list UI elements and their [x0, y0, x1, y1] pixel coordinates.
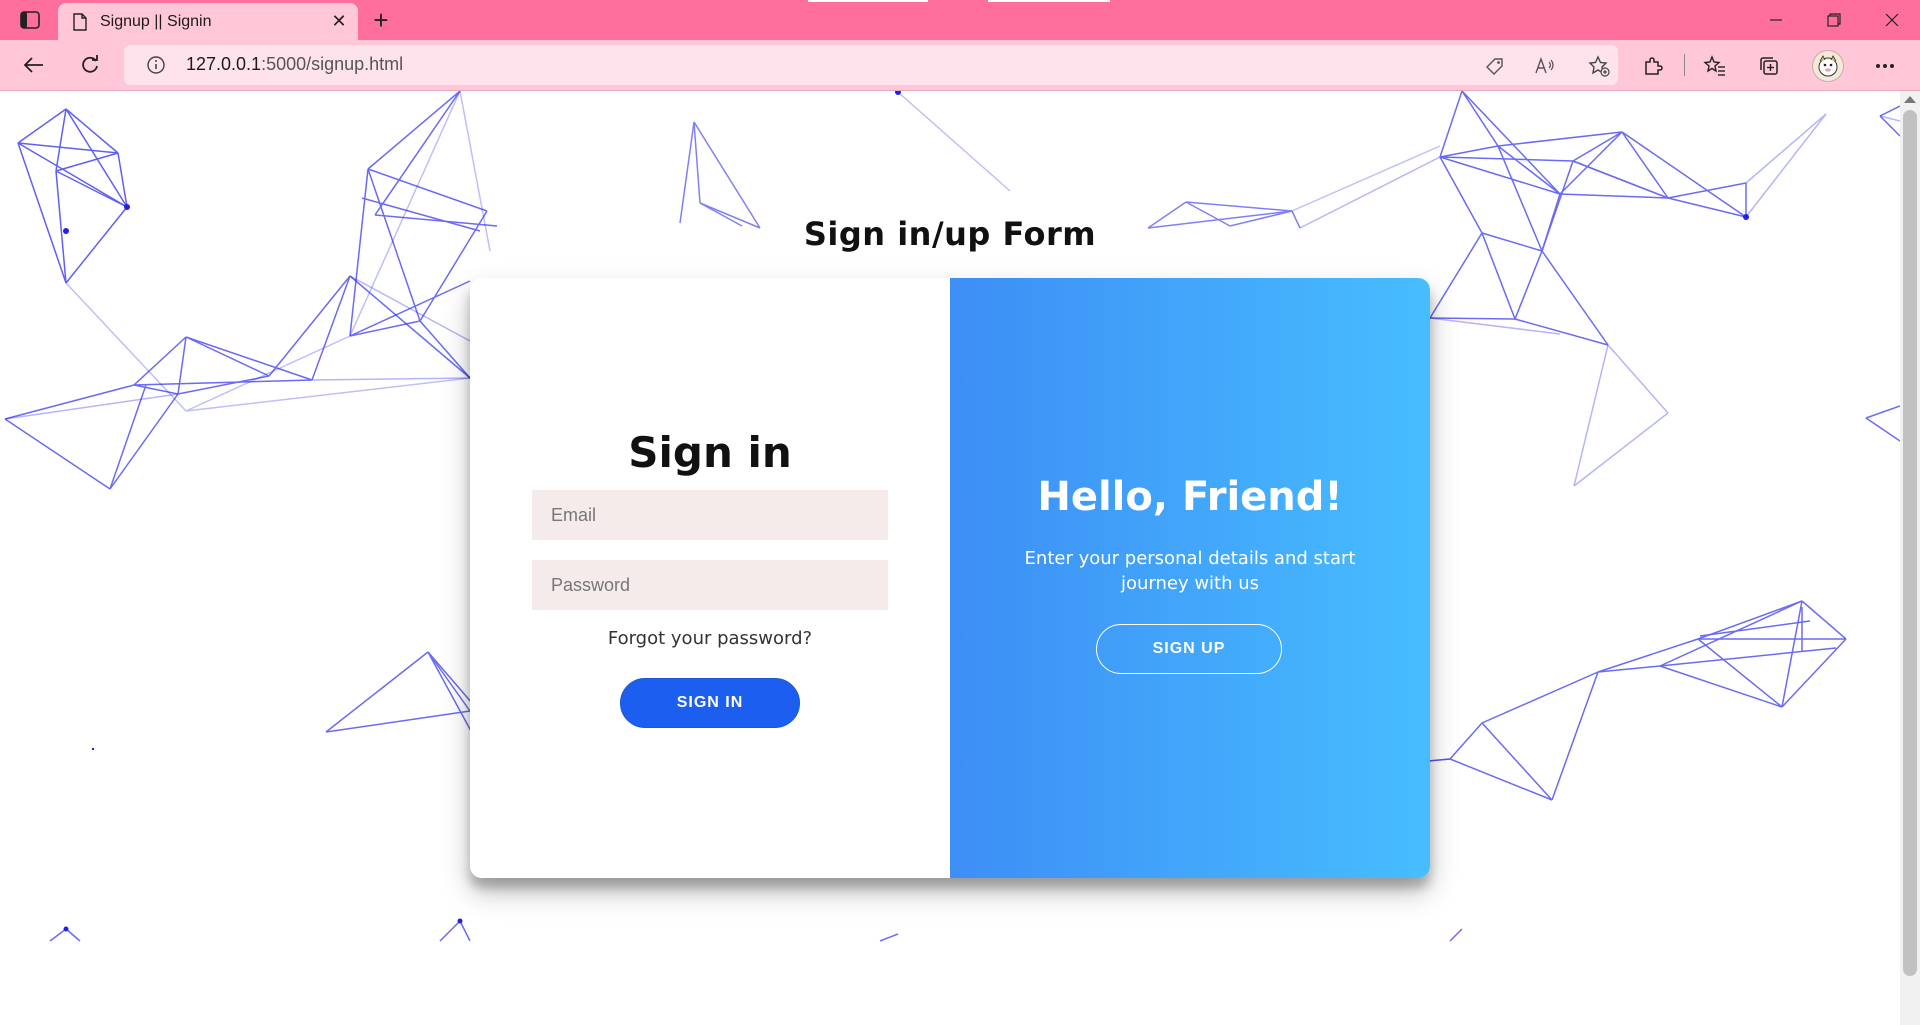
address-bar[interactable]: 127.0.0.1:5000/signup.html: [124, 45, 1618, 85]
welcome-panel: Hello, Friend! Enter your personal detai…: [950, 278, 1430, 878]
close-tab-icon[interactable]: ✕: [324, 7, 354, 37]
tab-bar-highlight: [808, 0, 928, 2]
tab-bar: Signup || Signin ✕ +: [0, 0, 1920, 40]
info-icon[interactable]: [146, 55, 166, 75]
signin-form: Sign in Forgot your password? SIGN IN: [470, 278, 950, 878]
read-aloud-icon[interactable]: [1534, 55, 1556, 77]
new-tab-button[interactable]: +: [366, 5, 396, 35]
toolbar-separator: [1684, 54, 1685, 76]
close-window-button[interactable]: [1864, 0, 1920, 40]
url-path: :5000/signup.html: [261, 54, 404, 74]
collections-icon[interactable]: [1752, 49, 1786, 83]
scroll-up-arrow[interactable]: [1904, 96, 1916, 103]
tab-title: Signup || Signin: [100, 12, 212, 30]
profile-avatar[interactable]: [1812, 50, 1844, 82]
back-icon[interactable]: [16, 47, 52, 83]
welcome-title: Hello, Friend!: [1037, 474, 1343, 520]
signin-button[interactable]: SIGN IN: [620, 678, 800, 728]
minimize-button[interactable]: [1748, 0, 1804, 40]
url-text[interactable]: 127.0.0.1:5000/signup.html: [186, 54, 403, 75]
signin-title: Sign in: [628, 428, 792, 477]
page-icon: [72, 12, 88, 31]
auth-card: Sign in Forgot your password? SIGN IN He…: [470, 278, 1430, 878]
more-icon[interactable]: [1868, 49, 1902, 83]
password-field[interactable]: [532, 560, 888, 610]
email-field[interactable]: [532, 490, 888, 540]
sidebar-icon[interactable]: [12, 6, 48, 34]
scrollbar-thumb[interactable]: [1903, 110, 1917, 976]
tag-icon[interactable]: [1484, 55, 1506, 77]
signup-button[interactable]: SIGN UP: [1096, 624, 1282, 674]
restore-button[interactable]: [1806, 0, 1862, 40]
url-host: 127.0.0.1: [186, 54, 262, 74]
refresh-icon[interactable]: [72, 47, 108, 83]
welcome-text: Enter your personal details and start jo…: [1024, 548, 1356, 594]
favorites-icon[interactable]: [1698, 49, 1732, 83]
page-title: Sign in/up Form: [803, 215, 1097, 253]
page-viewport: Sign in/up Form Sign in Forgot your pass…: [0, 91, 1900, 1025]
tab-bar-highlight: [988, 0, 1110, 2]
forgot-password-link[interactable]: Forgot your password?: [470, 628, 950, 649]
add-favorite-icon[interactable]: [1588, 55, 1610, 77]
extensions-icon[interactable]: [1636, 49, 1670, 83]
browser-chrome: Signup || Signin ✕ + 127.0.0.1:5000/sign…: [0, 0, 1920, 91]
tab-active[interactable]: Signup || Signin ✕: [58, 3, 358, 40]
